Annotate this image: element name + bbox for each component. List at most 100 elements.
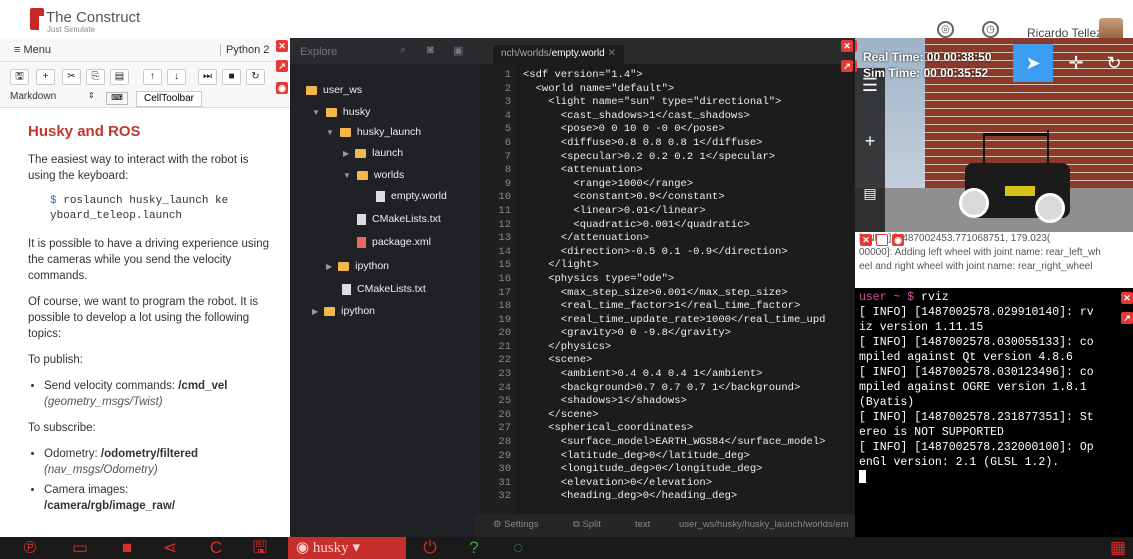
tree-item-husky[interactable]: ▼ husky (312, 106, 370, 118)
reload-icon[interactable]: C (204, 538, 228, 558)
code-line: <shadows>1</shadows> (523, 395, 687, 408)
robot-selector-button[interactable]: ◉ husky ▾ (288, 537, 406, 559)
stop-icon[interactable]: ■ (222, 69, 241, 85)
folder-icon (339, 127, 351, 137)
tree-item-worlds[interactable]: ▼ worlds (343, 169, 404, 181)
tree-item-package-xml[interactable]: package.xml (357, 236, 431, 248)
code-line: <quadratic>0.001</quadratic> (523, 218, 750, 231)
globe-icon[interactable]: ◎ (937, 21, 954, 38)
rotate-icon[interactable]: ↻ (1099, 50, 1129, 76)
code-line: <linear>0.01</linear> (523, 204, 706, 217)
tree-item-cmakelists[interactable]: CMakeLists.txt (357, 213, 441, 225)
share-icon[interactable]: ⋖ (158, 538, 182, 558)
code-line: <real_time_factor>1</real_time_factor> (523, 300, 801, 313)
maximize-icon[interactable] (876, 234, 888, 246)
bottom-toolbar: ℗ ▭ ■ ⋖ C 🖫 ◉ husky ▾ ⏻ ? ◌ ▦ (0, 537, 1133, 559)
step-icon[interactable]: ⏭ (198, 69, 217, 85)
help-icon[interactable]: ? (462, 538, 486, 558)
line-number: 24 (498, 381, 511, 394)
plus-icon[interactable]: + (856, 128, 884, 154)
keyboard-icon[interactable]: ⌨ (106, 92, 128, 105)
close-icon[interactable]: ✕ (841, 40, 853, 52)
line-number: 29 (498, 449, 511, 462)
translate-icon[interactable]: ✛ (1061, 50, 1091, 76)
tree-item-label: ipython (341, 305, 376, 317)
expand-icon[interactable]: ↗ (276, 60, 288, 72)
arrow-down-icon[interactable]: ↓ (167, 69, 186, 85)
close-icon[interactable]: ✕ (608, 48, 616, 59)
folder-icon (355, 148, 367, 158)
tree-item-empty-world[interactable]: empty.world (376, 190, 447, 202)
close-icon[interactable]: ✕ (855, 40, 857, 52)
plus-icon[interactable]: + (36, 69, 55, 85)
close-icon[interactable]: ✕ (860, 234, 872, 246)
code-line: <constant>0.9</constant> (523, 191, 725, 204)
cut-icon[interactable]: ✂ (62, 69, 81, 85)
shell-terminal[interactable]: user ~ $ rviz [ INFO] [1487002578.029910… (855, 288, 1133, 537)
line-number: 1 (504, 69, 511, 81)
save-icon[interactable]: 🖫 (248, 538, 272, 558)
lock-icon[interactable]: ▣ (453, 44, 463, 57)
settings-label: Settings (504, 519, 539, 530)
tree-item-launch[interactable]: ▶ launch (343, 147, 403, 159)
power-icon[interactable]: ⏻ (418, 538, 442, 558)
tree-item-ipython[interactable]: ▶ ipython (326, 260, 389, 272)
code-line: </scene> (523, 408, 599, 421)
notebook-menubar: ≡ Menu Python 2 (0, 38, 290, 62)
line-number: 27 (498, 422, 511, 435)
expand-icon[interactable]: ↗ (841, 60, 853, 72)
clock-icon[interactable]: ◷ (982, 21, 999, 38)
hide-icon[interactable]: ◉ (276, 82, 288, 94)
terminal-output: [ INFO] [1487002578.029910140]: rv iz ve… (859, 306, 1094, 469)
cell-type-select[interactable]: Markdown ⇕ (10, 91, 98, 106)
close-icon[interactable]: ✕ (276, 40, 288, 52)
search-icon[interactable]: ⌕ (400, 44, 406, 57)
cell-type-value: Markdown (10, 91, 57, 102)
restart-icon[interactable]: ↻ (246, 69, 265, 85)
tree-item-user-ws[interactable]: user_ws (306, 84, 362, 96)
list-item-text: Send velocity commands: (44, 380, 179, 392)
publish-label: To publish: (28, 354, 83, 366)
line-number: 5 (504, 123, 511, 136)
code-area[interactable]: <sdf version="1.4"> <world name="default… (523, 69, 825, 504)
celltoolbar-button[interactable]: CellToolbar (136, 91, 202, 107)
file-path: user_ws/husky/husky_launch/worlds/em (679, 519, 849, 530)
monitor-icon[interactable]: ▭ (66, 538, 94, 558)
code-line: <range>1000</range> (523, 177, 694, 190)
copy-icon[interactable]: ⎘ (86, 69, 105, 85)
ros-icon[interactable]: ℗ (18, 538, 42, 558)
close-icon[interactable]: ✕ (1121, 292, 1133, 304)
brand-name: The Construct (46, 9, 141, 26)
subscribe-list: Odometry: /odometry/filtered (nav_msgs/Od… (44, 446, 278, 514)
list-icon[interactable]: ▤ (856, 180, 884, 206)
arrow-up-icon[interactable]: ↑ (143, 69, 162, 85)
paste-icon[interactable]: ▤ (110, 69, 129, 85)
camera-icon[interactable]: ◙ (427, 44, 434, 56)
expand-icon[interactable]: ↗ (855, 60, 857, 72)
hide-icon[interactable]: ◉ (892, 234, 904, 246)
select-mode-button[interactable]: ➤ (1013, 44, 1053, 82)
expand-icon[interactable]: ↗ (1121, 312, 1133, 324)
chat-icon[interactable]: ◌ (506, 538, 530, 558)
simulation-viewer[interactable]: ☰ + ▤ ➤ ✛ ↻ Real Time: 00 00:38:50 Sim T… (855, 38, 1133, 232)
tree-item-husky-launch[interactable]: ▼ husky_launch (326, 126, 421, 138)
settings-button[interactable]: ⚙ Settings (493, 519, 538, 530)
notebook-cell[interactable]: Husky and ROS The easiest way to interac… (0, 108, 290, 537)
tree-item-cmakelists-root[interactable]: CMakeLists.txt (342, 283, 426, 295)
code-line: </physics> (523, 340, 612, 353)
code-prompt: $ (50, 195, 57, 207)
grid-icon[interactable]: ▦ (1108, 538, 1128, 558)
kernel-indicator[interactable]: Python 2 (220, 44, 269, 56)
tab-empty-world[interactable]: nch/worlds/empty.world ✕ (493, 45, 624, 64)
mode-label[interactable]: text (635, 519, 650, 530)
split-button[interactable]: ⧉ Split (573, 519, 601, 530)
tree-item-ipython-root[interactable]: ▶ ipython (312, 305, 375, 317)
line-number: 19 (498, 313, 511, 326)
video-icon[interactable]: ■ (114, 538, 140, 558)
topic-type: (nav_msgs/Odometry) (44, 464, 158, 476)
line-number: 17 (498, 286, 511, 299)
code-line: <spherical_coordinates> (523, 422, 694, 435)
line-number: 8 (504, 164, 511, 177)
save-icon[interactable]: 🖫 (10, 69, 29, 85)
menu-button[interactable]: ≡ Menu (14, 44, 51, 56)
